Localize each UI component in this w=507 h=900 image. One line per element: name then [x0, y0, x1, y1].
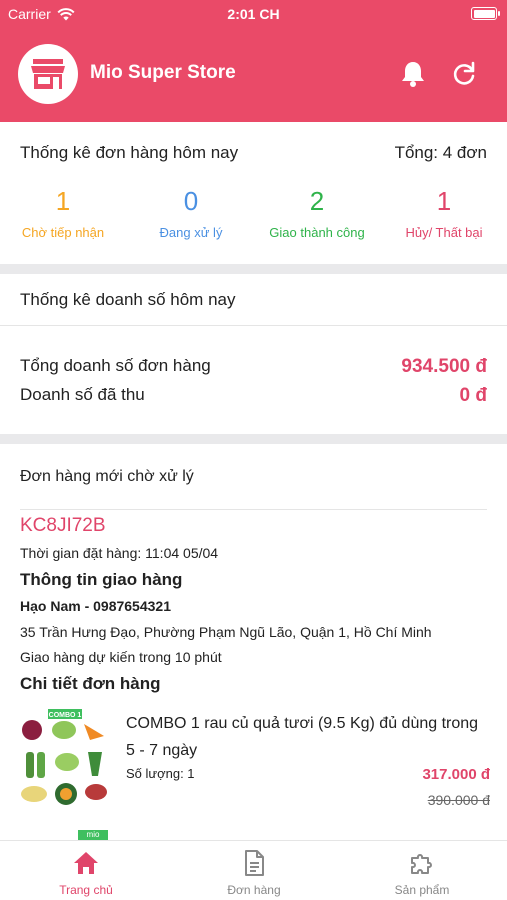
section-gap	[0, 434, 507, 444]
revenue-label: Tổng doanh số đơn hàng	[20, 356, 211, 375]
revenue-row-collected: Doanh số đã thu 0 đ	[20, 385, 487, 406]
stat-delivered[interactable]: 2 Giao thành công	[254, 186, 380, 240]
revenue-value: 0 đ	[459, 385, 487, 406]
customer-info: Hạo Nam - 0987654321	[20, 598, 171, 614]
revenue-row-total: Tổng doanh số đơn hàng 934.500 đ	[20, 356, 487, 377]
order-stats-total: Tổng: 4 đơn	[394, 143, 487, 162]
notification-button[interactable]	[399, 60, 427, 88]
store-logo	[18, 44, 78, 104]
revenue-label: Doanh số đã thu	[20, 385, 145, 404]
revenue-value: 934.500 đ	[401, 356, 487, 377]
delivery-info-heading: Thông tin giao hàng	[20, 570, 183, 589]
status-bar: Carrier 2:01 CH	[0, 0, 507, 28]
product-old-price: 390.000 đ	[427, 792, 490, 808]
app-header: Carrier 2:01 CH Mio Super Store	[0, 0, 507, 122]
stat-count: 0	[183, 186, 199, 216]
order-time: Thời gian đặt hàng: 11:04 05/04	[20, 545, 219, 561]
product-image: COMBO 1	[20, 706, 112, 806]
refresh-icon	[453, 61, 475, 85]
store-name: Mio Super Store	[90, 62, 236, 83]
product-image-label: COMBO 1	[49, 712, 82, 719]
bottom-tab-bar: Trang chủ Đơn hàng Sản phẩm	[0, 840, 507, 900]
store-icon	[31, 59, 65, 89]
tab-label: Sản phẩm	[394, 883, 450, 897]
bell-icon	[402, 62, 424, 87]
tab-label: Trang chủ	[59, 883, 113, 897]
order-stats-title: Thống kê đơn hàng hôm nay	[20, 143, 239, 162]
delivery-eta: Giao hàng dự kiến trong 10 phút	[20, 649, 222, 665]
tab-products[interactable]: Sản phẩm	[352, 849, 492, 897]
app-bar: Mio Super Store	[0, 44, 507, 104]
revenue-title: Thống kê doanh số hôm nay	[20, 290, 236, 309]
stat-count: 1	[436, 186, 452, 216]
stat-count: 2	[309, 186, 325, 216]
refresh-button[interactable]	[450, 60, 478, 88]
stat-label: Hủy/ Thất bại	[405, 225, 483, 240]
order-code[interactable]: KC8JI72B	[20, 515, 106, 537]
battery-icon	[471, 7, 500, 20]
stat-count: 1	[55, 186, 71, 216]
pending-orders-title: Đơn hàng mới chờ xử lý	[20, 468, 194, 485]
stat-pending[interactable]: 1 Chờ tiếp nhận	[0, 186, 126, 240]
order-item[interactable]: COMBO 1 COMBO 1 rau củ quả tươi (9.5 Kg)…	[20, 706, 490, 816]
home-icon	[74, 852, 98, 874]
product-quantity: Số lượng: 1	[126, 766, 195, 781]
section-gap	[0, 264, 507, 274]
stat-label: Giao thành công	[269, 225, 365, 240]
puzzle-icon	[411, 854, 432, 874]
tab-orders[interactable]: Đơn hàng	[184, 849, 324, 897]
divider	[20, 509, 487, 510]
order-status-summary: 1 Chờ tiếp nhận 0 Đang xử lý 2 Giao thàn…	[0, 186, 507, 246]
tab-label: Đơn hàng	[227, 883, 281, 897]
stat-processing[interactable]: 0 Đang xử lý	[128, 186, 254, 240]
document-icon	[245, 850, 264, 876]
divider	[0, 325, 507, 326]
delivery-address: 35 Trần Hưng Đạo, Phường Phạm Ngũ Lão, Q…	[20, 624, 432, 640]
order-details-heading: Chi tiết đơn hàng	[20, 674, 161, 693]
stat-label: Đang xử lý	[159, 225, 223, 240]
stat-label: Chờ tiếp nhận	[21, 225, 105, 240]
product-price: 317.000 đ	[422, 766, 490, 783]
tab-home[interactable]: Trang chủ	[16, 849, 156, 897]
status-time: 2:01 CH	[227, 6, 280, 22]
stat-cancelled[interactable]: 1 Hủy/ Thất bại	[381, 186, 507, 240]
product-name: COMBO 1 rau củ quả tươi (9.5 Kg) đủ dùng…	[126, 715, 479, 759]
